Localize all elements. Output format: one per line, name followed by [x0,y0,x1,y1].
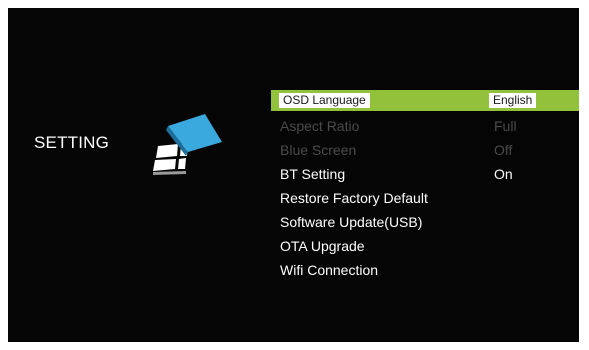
menu-item-label: Blue Screen [280,142,357,158]
menu-item-label: Restore Factory Default [280,190,428,206]
setting-logo-icon [153,114,222,175]
tv-settings-screen: SETTING OSD Language English Aspect Rati… [8,8,579,342]
menu-item-ota-upgrade[interactable]: OTA Upgrade [271,234,579,258]
menu-item-bt-setting[interactable]: BT Setting On [271,162,579,186]
menu-item-osd-language[interactable]: OSD Language English [271,90,579,111]
menu-item-value: English [489,93,537,108]
menu-item-value: On [494,166,513,182]
menu-item-restore-factory-default[interactable]: Restore Factory Default [271,186,579,210]
menu-item-wifi-connection[interactable]: Wifi Connection [271,258,579,282]
menu-item-blue-screen: Blue Screen Off [271,138,579,162]
menu-item-label: Aspect Ratio [280,118,360,134]
menu-item-value: Off [494,142,513,158]
menu-item-label: OSD Language [279,93,370,108]
menu-item-label: Software Update(USB) [280,214,423,230]
settings-menu: OSD Language English Aspect Ratio Full B… [271,90,579,282]
menu-item-software-update[interactable]: Software Update(USB) [271,210,579,234]
menu-item-label: BT Setting [280,166,346,182]
page-title: SETTING [34,133,110,152]
menu-item-aspect-ratio: Aspect Ratio Full [271,114,579,138]
menu-item-value: Full [494,118,517,134]
menu-item-label: OTA Upgrade [280,238,365,254]
menu-item-label: Wifi Connection [280,262,379,278]
